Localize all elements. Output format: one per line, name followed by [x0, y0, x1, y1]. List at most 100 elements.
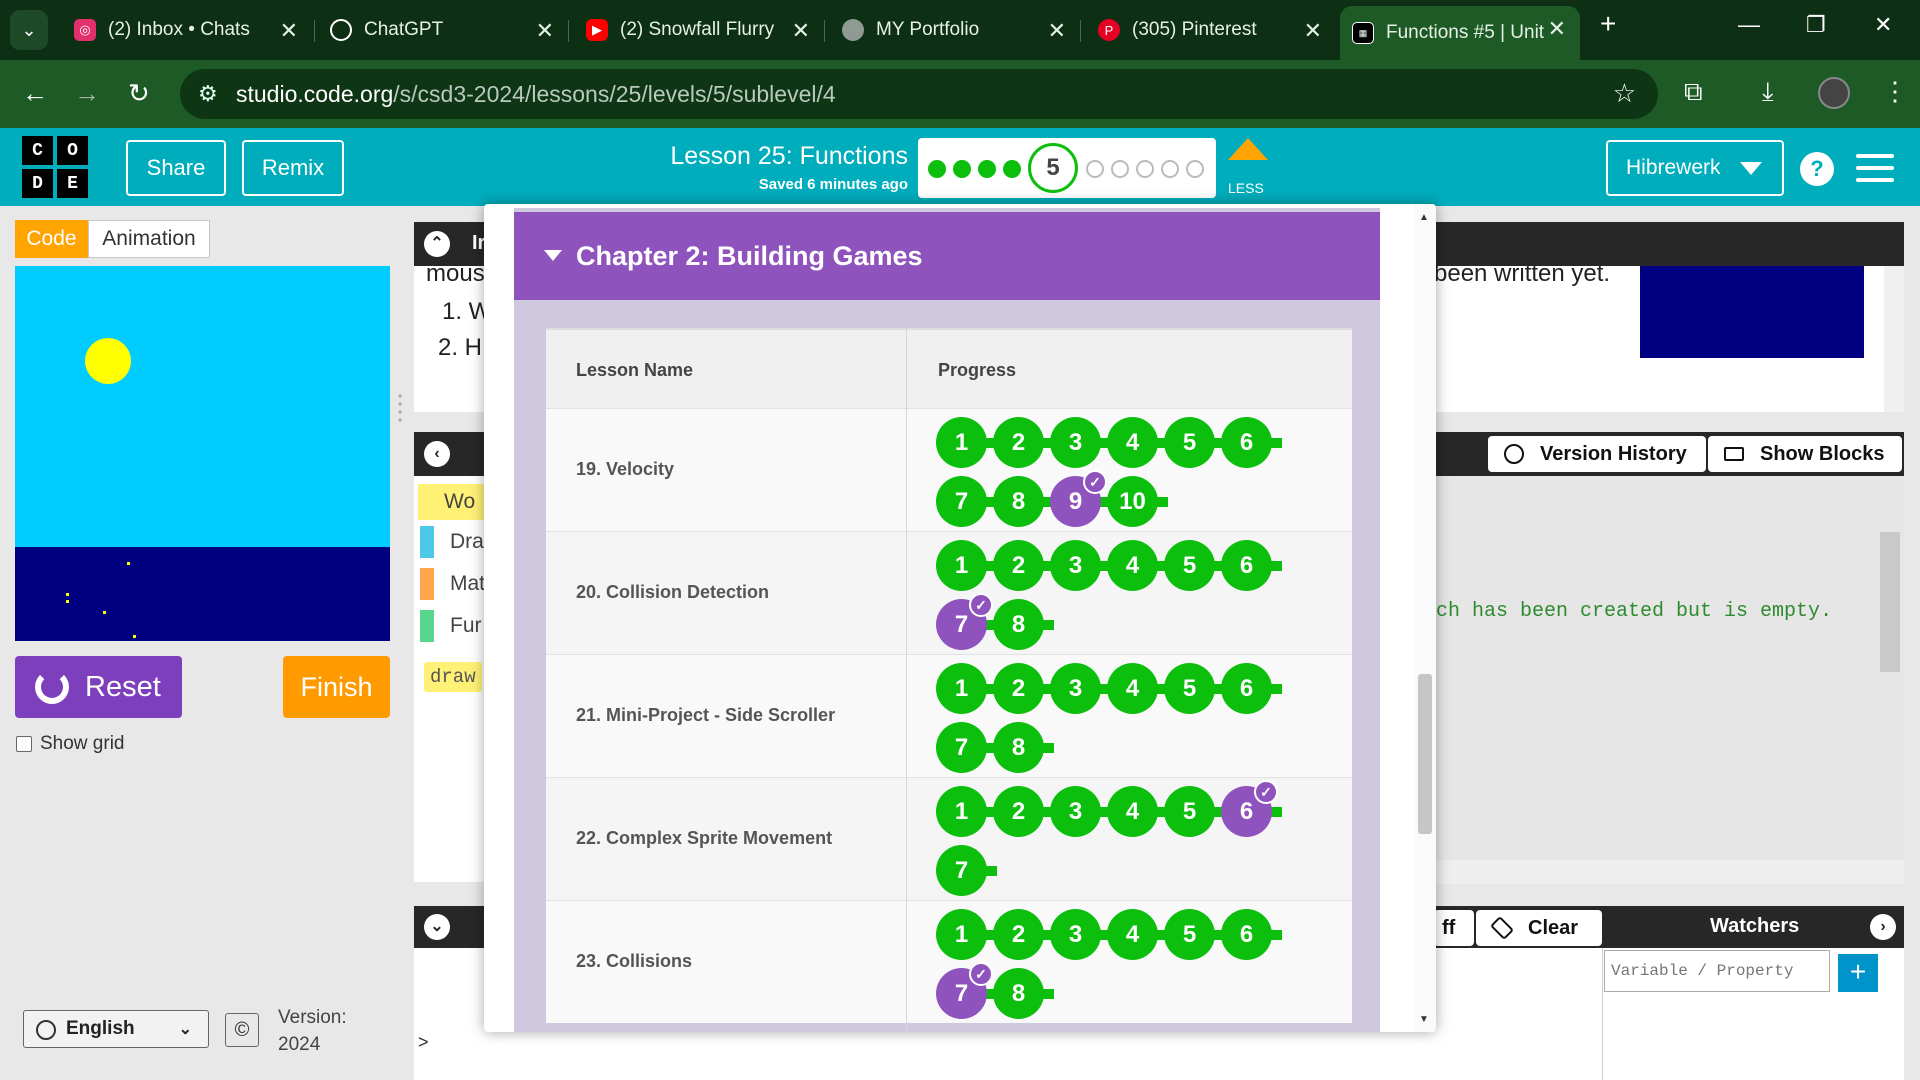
close-tab-icon[interactable]: ✕ [792, 18, 810, 44]
level-bubble[interactable]: 4 [1107, 786, 1158, 837]
level-bubble[interactable]: 2 [993, 540, 1044, 591]
browser-tab[interactable]: MY Portfolio ✕ [830, 8, 1080, 52]
lesson-name[interactable]: 23. Collisions [576, 951, 692, 972]
lesson-name[interactable]: 19. Velocity [576, 459, 674, 480]
share-button[interactable]: Share [126, 140, 226, 196]
palette-category-math[interactable]: Mat [420, 568, 485, 600]
watcher-input[interactable] [1604, 950, 1830, 992]
level-bubble[interactable]: 4 [1107, 909, 1158, 960]
restore-icon[interactable]: ❐ [1806, 12, 1826, 38]
scroll-down-icon[interactable]: ▼ [1419, 1014, 1429, 1025]
current-level-bubble[interactable]: 5 [1028, 143, 1078, 193]
level-bubble[interactable]: 3 [1050, 417, 1101, 468]
site-info-icon[interactable]: ⚙ [198, 81, 218, 107]
remix-button[interactable]: Remix [242, 140, 344, 196]
minimize-icon[interactable]: — [1738, 12, 1760, 38]
level-bubble[interactable]: 7 [936, 476, 987, 527]
back-arrow-icon[interactable]: ← [22, 78, 48, 109]
editor-scrollbar[interactable] [1880, 532, 1900, 672]
profile-avatar[interactable] [1818, 77, 1850, 109]
forward-arrow-icon[interactable]: → [74, 78, 100, 109]
level-dot[interactable] [1161, 160, 1179, 178]
watchers-expand-icon[interactable]: › [1870, 914, 1896, 940]
code-org-logo[interactable]: C O D E [22, 136, 88, 198]
level-bubble[interactable]: 8 [993, 968, 1044, 1019]
level-bubble[interactable]: 5 [1164, 909, 1215, 960]
show-blocks-button[interactable]: Show Blocks [1708, 436, 1902, 472]
level-bubble[interactable]: 1 [936, 909, 987, 960]
close-tab-icon[interactable]: ✕ [1304, 18, 1322, 44]
level-bubble[interactable]: 8 [993, 722, 1044, 773]
level-bubble[interactable]: 2 [993, 786, 1044, 837]
level-bubble[interactable]: 3 [1050, 786, 1101, 837]
version-history-button[interactable]: Version History [1488, 436, 1706, 472]
lesson-name[interactable]: 20. Collision Detection [576, 582, 769, 603]
level-bubble[interactable]: 4 [1107, 663, 1158, 714]
collapse-arrow-icon[interactable] [1228, 138, 1268, 160]
close-tab-icon[interactable]: ✕ [280, 18, 298, 44]
level-bubble[interactable]: 10 [1107, 476, 1158, 527]
hamburger-menu-icon[interactable] [1856, 154, 1894, 184]
level-bubble[interactable]: 7 [936, 845, 987, 896]
scroll-thumb[interactable] [1418, 674, 1432, 834]
tab-code[interactable]: Code [15, 220, 88, 258]
lesson-row[interactable]: 20. Collision Detection 1 2 3 4 5 6 7 ✓ 8 [546, 531, 1352, 654]
browser-tab-active[interactable]: ▦ Functions #5 | Unit ✕ [1340, 6, 1580, 60]
finish-button[interactable]: Finish [283, 656, 390, 718]
level-dot-completed[interactable] [1003, 160, 1021, 178]
level-dot-completed[interactable] [928, 160, 946, 178]
lesson-title[interactable]: Lesson 25: Functions [620, 142, 908, 171]
level-dot[interactable] [1086, 160, 1104, 178]
level-bubble-completed[interactable]: 9 ✓ [1050, 470, 1107, 527]
level-bubble[interactable]: 5 [1164, 417, 1215, 468]
level-dot-completed[interactable] [978, 160, 996, 178]
browser-tab[interactable]: ChatGPT ✕ [318, 8, 568, 52]
browser-tab[interactable]: ▶ (2) Snowfall Flurry ✕ [574, 8, 824, 52]
code-block-draw[interactable]: draw [424, 662, 482, 692]
new-tab-button[interactable]: + [1600, 8, 1616, 40]
collapse-down-icon[interactable]: ⌄ [424, 914, 450, 940]
level-bubble[interactable]: 8 [993, 599, 1044, 650]
level-bubble[interactable]: 3 [1050, 540, 1101, 591]
level-dot[interactable] [1136, 160, 1154, 178]
level-bubble[interactable]: 1 [936, 786, 987, 837]
level-bubble[interactable]: 2 [993, 909, 1044, 960]
palette-category-functions[interactable]: Fur [420, 610, 482, 642]
level-dot[interactable] [1111, 160, 1129, 178]
level-bubble-completed[interactable]: 7 ✓ [936, 593, 993, 650]
tab-search-chevron-icon[interactable]: ⌄ [10, 10, 48, 50]
lesson-row[interactable]: 23. Collisions 1 2 3 4 5 6 7 ✓ 8 [546, 900, 1352, 1023]
collapse-left-icon[interactable]: ‹ [424, 441, 450, 467]
add-watcher-button[interactable]: + [1838, 954, 1878, 992]
instructions-scrollbar[interactable] [1884, 266, 1904, 412]
level-bubble[interactable]: 8 [993, 476, 1044, 527]
extensions-icon[interactable]: ⧉ [1684, 76, 1703, 108]
level-bubble[interactable]: 3 [1050, 663, 1101, 714]
browser-tab[interactable]: P (305) Pinterest ✕ [1086, 8, 1336, 52]
level-bubble-completed[interactable]: 6 ✓ [1221, 780, 1278, 837]
palette-category-world[interactable]: Wo [418, 484, 484, 520]
lesson-row[interactable]: 21. Mini-Project - Side Scroller 1 2 3 4 5 6 7 8 [546, 654, 1352, 777]
level-bubble[interactable]: 1 [936, 663, 987, 714]
show-grid-checkbox[interactable]: Show grid [16, 733, 125, 755]
lesson-name[interactable]: 22. Complex Sprite Movement [576, 828, 832, 849]
level-bubble[interactable]: 6 [1221, 540, 1272, 591]
checkbox-box[interactable] [16, 736, 32, 752]
help-button[interactable]: ? [1800, 152, 1834, 186]
debug-toggle-button[interactable]: ff [1434, 910, 1474, 946]
level-bubble[interactable]: 2 [993, 663, 1044, 714]
editor-hscrollbar[interactable] [1436, 860, 1904, 884]
download-icon[interactable]: ⤓ [1762, 76, 1774, 108]
browser-menu-icon[interactable]: ⋮ [1882, 76, 1908, 107]
level-bubble[interactable]: 7 [936, 722, 987, 773]
level-bubble[interactable]: 6 [1221, 417, 1272, 468]
clear-button[interactable]: Clear [1476, 910, 1602, 946]
dialog-scrollbar[interactable]: ▲ ▼ [1414, 204, 1436, 1032]
collapse-up-icon[interactable]: ⌃ [424, 231, 450, 257]
level-bubble[interactable]: 1 [936, 540, 987, 591]
copyright-button[interactable]: © [225, 1013, 259, 1047]
language-select[interactable]: English ⌄ [23, 1010, 209, 1048]
lesson-name[interactable]: 21. Mini-Project - Side Scroller [576, 705, 835, 726]
close-tab-icon[interactable]: ✕ [536, 18, 554, 44]
less-toggle[interactable]: LESS [1228, 180, 1264, 196]
